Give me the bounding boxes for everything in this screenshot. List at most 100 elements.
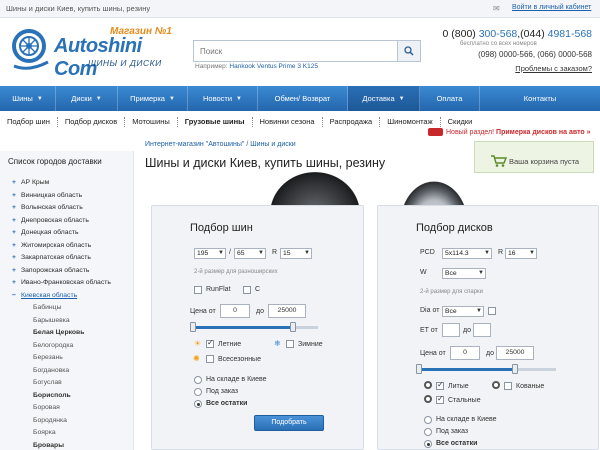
expand-icon[interactable]: + <box>12 265 21 278</box>
steel-checkbox[interactable] <box>436 394 444 404</box>
tire-profile-select[interactable]: 65 ▼ <box>234 248 266 259</box>
nav-disks[interactable]: Диски ▼ <box>56 86 118 111</box>
region-item[interactable]: + Ивано-Франковская область <box>12 277 111 290</box>
cart-box[interactable]: Ваша корзина пуста <box>474 141 594 173</box>
forged-checkbox[interactable] <box>504 382 512 390</box>
promo-banner[interactable]: Новый раздел! Примерка дисков на авто » <box>428 128 591 136</box>
pcd-select[interactable]: 5x114.3 ▼ <box>442 248 492 259</box>
breadcrumb-current[interactable]: Шины и диски <box>250 141 296 148</box>
disk-price-slider[interactable] <box>416 364 556 374</box>
nav-payment[interactable]: Оплата <box>420 86 480 111</box>
subnav-tire-selection[interactable]: Подбор шин <box>0 117 58 127</box>
subnav-moto[interactable]: Мотошины <box>125 117 178 127</box>
nav-exchange[interactable]: Обмен/ Возврат <box>258 86 348 111</box>
summer-checkbox[interactable] <box>206 338 214 348</box>
c-checkbox[interactable] <box>243 286 251 294</box>
dia-checkbox[interactable] <box>488 307 496 315</box>
subnav-sale[interactable]: Распродажа <box>323 117 381 127</box>
region-item-kyiv[interactable]: − Киевская область <box>12 290 111 303</box>
promo-link[interactable]: Примерка дисков на авто » <box>496 129 591 136</box>
stock-kyiv-radio[interactable] <box>194 376 202 384</box>
expand-icon[interactable]: + <box>12 240 21 253</box>
collapse-icon[interactable]: − <box>12 290 21 303</box>
region-item[interactable]: + Донецкая область <box>12 227 111 240</box>
price-slider[interactable] <box>190 322 318 332</box>
city-item[interactable]: Бородянка <box>12 415 111 428</box>
city-item[interactable]: Боярка <box>12 427 111 440</box>
nav-contacts[interactable]: Контакты <box>480 86 600 111</box>
subnav-new[interactable]: Новинки сезона <box>253 117 323 127</box>
city-item[interactable]: Богуслав <box>12 377 111 390</box>
allseason-checkbox[interactable] <box>206 355 214 363</box>
cabinet-link[interactable]: Войти в личный кабинет <box>512 4 591 11</box>
subnav-discounts[interactable]: Скидки <box>441 117 480 127</box>
expand-icon[interactable]: + <box>12 177 21 190</box>
slider-handle-max[interactable] <box>512 364 518 374</box>
et-max-input[interactable] <box>473 323 491 337</box>
city-item[interactable]: Борисполь <box>12 390 111 403</box>
subnav-disk-selection[interactable]: Подбор дисков <box>58 117 126 127</box>
nav-tryon[interactable]: Примерка ▼ <box>118 86 188 111</box>
example-link[interactable]: Hankook Ventus Prime 3 K125 <box>229 63 318 70</box>
city-item[interactable]: Боровая <box>12 402 111 415</box>
disk-stock-all-radio[interactable] <box>424 440 432 448</box>
slider-handle-min[interactable] <box>416 364 422 374</box>
region-item[interactable]: + Волынская область <box>12 202 111 215</box>
city-item[interactable]: Березань <box>12 352 111 365</box>
breadcrumb-home[interactable]: Интернет-магазин "Автошины" <box>145 141 244 148</box>
logo[interactable]: Магазин №1 Autoshini Com ШИНЫ И ДИСКИ <box>6 22 186 80</box>
winter-checkbox[interactable] <box>286 340 294 348</box>
stock-order-radio[interactable] <box>194 388 202 396</box>
et-min-input[interactable] <box>442 323 460 337</box>
problems-link[interactable]: Проблемы с заказом? <box>422 64 592 73</box>
expand-icon[interactable]: + <box>12 277 21 290</box>
stock-all-radio[interactable] <box>194 400 202 408</box>
region-item[interactable]: + Закарпатская область <box>12 252 111 265</box>
region-item[interactable]: + Запорожская область <box>12 265 111 278</box>
region-item[interactable]: + Житомирская область <box>12 240 111 253</box>
cast-checkbox[interactable] <box>436 380 444 390</box>
price-max-input[interactable]: 25000 <box>268 304 306 318</box>
tire-radius-select[interactable]: 15 ▼ <box>280 248 312 259</box>
city-item[interactable]: Белогородка <box>12 340 111 353</box>
disk-price-min-input[interactable]: 0 <box>450 346 480 360</box>
dia-label: Dia от <box>420 307 440 314</box>
subnav-truck[interactable]: Грузовые шины <box>178 117 253 127</box>
nav-tires[interactable]: Шины ▼ <box>0 86 56 111</box>
forged-label: Кованые <box>516 383 545 390</box>
expand-icon[interactable]: + <box>12 227 21 240</box>
disk-radius-select[interactable]: 16 ▼ <box>505 248 537 259</box>
nav-news[interactable]: Новости ▼ <box>188 86 258 111</box>
slider-handle-max[interactable] <box>290 322 296 332</box>
second-size-link[interactable]: 2-й размер для разноширских <box>194 269 278 275</box>
nav-label: Диски <box>71 94 92 103</box>
expand-icon[interactable]: + <box>12 190 21 203</box>
search-input[interactable] <box>194 41 397 61</box>
city-item[interactable]: Барышевка <box>12 315 111 328</box>
tire-width-select[interactable]: 195 ▼ <box>194 248 226 259</box>
search-button[interactable] <box>397 41 420 61</box>
dia-select[interactable]: Все ▼ <box>442 306 484 317</box>
city-item[interactable]: Бабинцы <box>12 302 111 315</box>
region-item[interactable]: + Днепровская область <box>12 215 111 228</box>
expand-icon[interactable]: + <box>12 215 21 228</box>
second-size-link[interactable]: 2-й размер для спарки <box>420 289 483 295</box>
pick-tires-button[interactable]: Подобрать <box>254 415 324 431</box>
nav-delivery[interactable]: Доставка ▼ <box>348 86 420 111</box>
cart-icon <box>491 155 507 167</box>
disk-price-max-input[interactable]: 25000 <box>496 346 534 360</box>
expand-icon[interactable]: + <box>12 202 21 215</box>
region-item[interactable]: + Винницкая область <box>12 190 111 203</box>
w-select[interactable]: Все ▼ <box>442 268 486 279</box>
runflat-checkbox[interactable] <box>194 286 202 294</box>
disk-stock-kyiv-radio[interactable] <box>424 416 432 424</box>
city-item[interactable]: Богдановка <box>12 365 111 378</box>
subnav-fitting[interactable]: Шиномонтаж <box>380 117 441 127</box>
slider-handle-min[interactable] <box>190 322 196 332</box>
price-min-input[interactable]: 0 <box>220 304 250 318</box>
expand-icon[interactable]: + <box>12 252 21 265</box>
disk-stock-order-radio[interactable] <box>424 428 432 436</box>
city-item[interactable]: Белая Церковь <box>12 327 111 340</box>
region-item[interactable]: + АР Крым <box>12 177 111 190</box>
city-item[interactable]: Бровары <box>12 440 111 450</box>
